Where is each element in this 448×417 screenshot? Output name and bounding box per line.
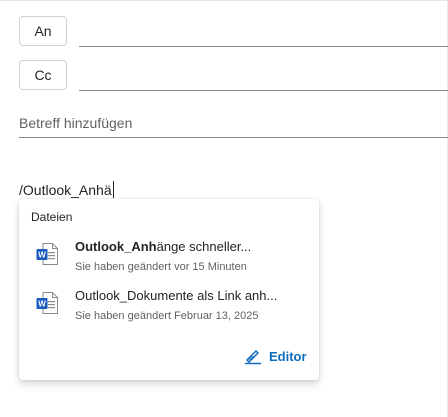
to-button-label: An bbox=[34, 23, 52, 39]
compose-top-border bbox=[0, 0, 448, 1]
svg-text:W: W bbox=[38, 251, 46, 260]
file-modified-info: Sie haben geändert Februar 13, 2025 bbox=[75, 310, 259, 322]
cc-button[interactable]: Cc bbox=[19, 60, 67, 90]
text-caret bbox=[112, 181, 114, 198]
to-field[interactable] bbox=[79, 46, 448, 47]
svg-text:W: W bbox=[38, 300, 46, 309]
message-body[interactable]: /Outlook_Anhä bbox=[19, 181, 114, 198]
subject-underline bbox=[19, 137, 448, 138]
file-modified-info: Sie haben geändert vor 15 Minuten bbox=[75, 261, 247, 273]
word-document-icon: W bbox=[36, 243, 58, 265]
typed-command-text: /Outlook_Anhä bbox=[19, 182, 112, 198]
editor-button[interactable]: Editor bbox=[244, 347, 307, 365]
file-title-rest: änge schneller... bbox=[156, 239, 252, 254]
file-title-rest: Outlook_Dokumente als Link anh... bbox=[75, 288, 278, 303]
editor-label: Editor bbox=[269, 348, 307, 364]
to-button[interactable]: An bbox=[19, 16, 67, 46]
cc-button-label: Cc bbox=[34, 67, 52, 83]
file-title: Outlook_Dokumente als Link anh... bbox=[75, 288, 277, 303]
editor-pen-icon bbox=[244, 350, 262, 365]
file-suggestion-item[interactable]: W Outlook_Anhänge schneller... Sie haben… bbox=[19, 239, 319, 283]
file-suggestion-item[interactable]: W Outlook_Dokumente als Link anh... Sie … bbox=[19, 288, 319, 332]
file-suggestion-popup: Dateien W Outlook_Anhänge schneller... S… bbox=[19, 199, 319, 380]
popup-heading: Dateien bbox=[31, 210, 73, 224]
subject-input[interactable]: Betreff hinzufügen bbox=[19, 115, 132, 131]
word-document-icon: W bbox=[36, 292, 58, 314]
file-title-match: Outlook_Anh bbox=[75, 239, 157, 254]
file-title: Outlook_Anhänge schneller... bbox=[75, 239, 251, 254]
cc-field[interactable] bbox=[79, 90, 448, 91]
